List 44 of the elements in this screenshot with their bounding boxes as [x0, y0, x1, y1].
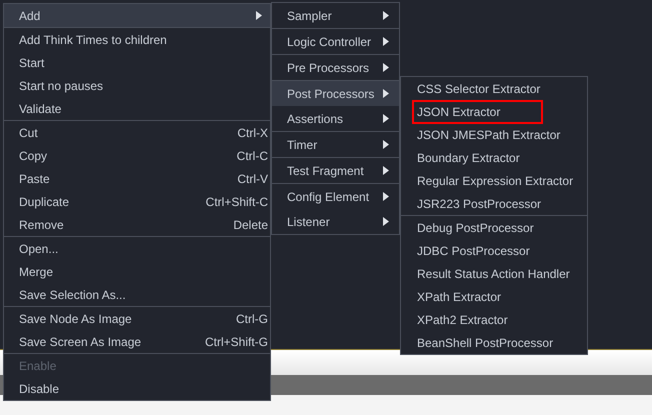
menu-item[interactable]: Result Status Action Handler	[401, 262, 587, 285]
menu-item[interactable]: XPath Extractor	[401, 285, 587, 308]
menu-item[interactable]: XPath2 Extractor	[401, 308, 587, 331]
menu-item[interactable]: BeanShell PostProcessor	[401, 331, 587, 354]
menu-item[interactable]: Duplicate Ctrl+Shift-C	[4, 190, 270, 213]
menu-item[interactable]: Config Element	[272, 184, 399, 209]
menu-item[interactable]: Save Screen As Image Ctrl+Shift-G	[4, 330, 270, 353]
menu-item[interactable]: Add Think Times to children	[4, 28, 270, 51]
menu-item[interactable]: Disable	[4, 377, 270, 400]
shortcut-text: Ctrl+Shift-C	[206, 194, 268, 208]
menu-item[interactable]: Save Node As Image Ctrl-G	[4, 307, 270, 330]
menu-item[interactable]: Post Processors	[272, 81, 399, 106]
menu-item[interactable]: Remove Delete	[4, 213, 270, 236]
shortcut-text: Ctrl-X	[237, 126, 268, 140]
shortcut-text: Ctrl-C	[236, 148, 268, 162]
menu-item[interactable]: JDBC PostProcessor	[401, 239, 587, 262]
menu-item[interactable]: Test Fragment	[272, 158, 399, 183]
menu-item[interactable]: Assertions	[272, 106, 399, 131]
shortcut-text: Ctrl-V	[237, 172, 268, 186]
menu-item[interactable]: Add	[4, 4, 270, 27]
menu-item[interactable]: Cut Ctrl-X	[4, 121, 270, 144]
menu-item[interactable]: Logic Controller	[272, 29, 399, 54]
menu-item[interactable]: Timer	[272, 132, 399, 157]
menu-item[interactable]: JSON Extractor	[401, 100, 587, 123]
menu-item[interactable]: Listener	[272, 209, 399, 234]
menu-item[interactable]: CSS Selector Extractor	[401, 77, 587, 100]
menu-item[interactable]: Save Selection As...	[4, 283, 270, 306]
menu-item[interactable]: JSON JMESPath Extractor	[401, 123, 587, 146]
menu-item[interactable]: Paste Ctrl-V	[4, 167, 270, 190]
menu-item[interactable]: JSR223 PostProcessor	[401, 192, 587, 215]
menu-item[interactable]: Boundary Extractor	[401, 146, 587, 169]
shortcut-text: Ctrl-G	[236, 312, 268, 326]
menu-item[interactable]: Debug PostProcessor	[401, 216, 587, 239]
menu-item[interactable]: Validate	[4, 97, 270, 120]
menu-item[interactable]: Merge	[4, 260, 270, 283]
menu-item[interactable]: Sampler	[272, 3, 399, 28]
menu-item[interactable]: Pre Processors	[272, 55, 399, 80]
menu-item[interactable]: Copy Ctrl-C	[4, 144, 270, 167]
menu-item[interactable]: Regular Expression Extractor	[401, 169, 587, 192]
menu-item[interactable]: Start	[4, 51, 270, 74]
menu-item[interactable]: Open...	[4, 237, 270, 260]
menu-item[interactable]: Start no pauses	[4, 74, 270, 97]
shortcut-text: Ctrl+Shift-G	[204, 334, 268, 348]
shortcut-text: Delete	[233, 218, 268, 232]
